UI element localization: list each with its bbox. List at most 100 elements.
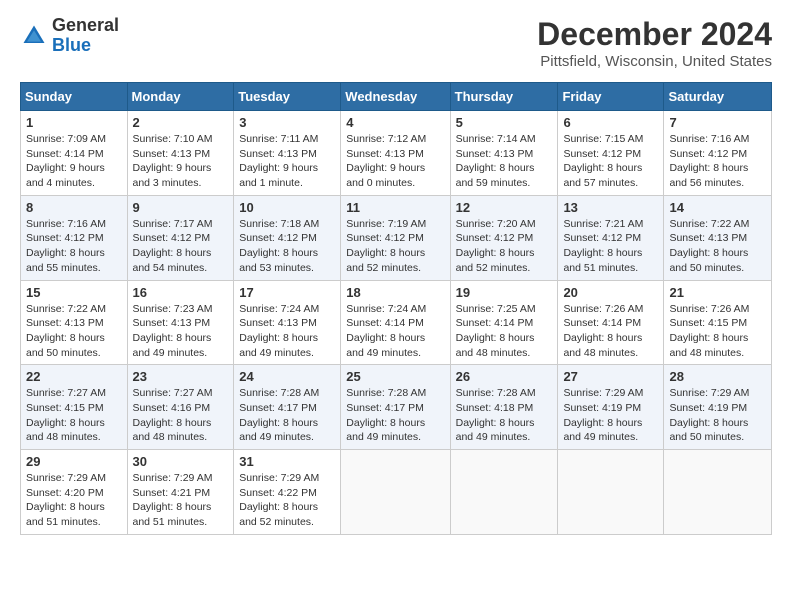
- day-info: Sunrise: 7:28 AMSunset: 4:17 PMDaylight:…: [239, 386, 335, 445]
- calendar-week-2: 8 Sunrise: 7:16 AMSunset: 4:12 PMDaylight…: [21, 195, 772, 280]
- day-number: 2: [133, 115, 229, 130]
- calendar-cell: 5 Sunrise: 7:14 AMSunset: 4:13 PMDaylight…: [450, 111, 558, 196]
- weekday-monday: Monday: [127, 83, 234, 111]
- day-number: 15: [26, 285, 122, 300]
- calendar-cell: 22 Sunrise: 7:27 AMSunset: 4:15 PMDayligh…: [21, 365, 128, 450]
- weekday-thursday: Thursday: [450, 83, 558, 111]
- day-number: 5: [456, 115, 553, 130]
- day-info: Sunrise: 7:27 AMSunset: 4:15 PMDaylight:…: [26, 386, 122, 445]
- day-number: 8: [26, 200, 122, 215]
- calendar-week-5: 29Sunrise: 7:29 AMSunset: 4:20 PMDayligh…: [21, 450, 772, 535]
- calendar-cell: 30Sunrise: 7:29 AMSunset: 4:21 PMDayligh…: [127, 450, 234, 535]
- day-info: Sunrise: 7:23 AMSunset: 4:13 PMDaylight:…: [133, 302, 229, 361]
- calendar-header: SundayMondayTuesdayWednesdayThursdayFrid…: [21, 83, 772, 111]
- weekday-sunday: Sunday: [21, 83, 128, 111]
- title-block: December 2024 Pittsfield, Wisconsin, Uni…: [537, 16, 772, 70]
- calendar-cell: 19Sunrise: 7:25 AMSunset: 4:14 PMDayligh…: [450, 280, 558, 365]
- logo-blue-text: Blue: [52, 35, 91, 55]
- day-info: Sunrise: 7:10 AMSunset: 4:13 PMDaylight:…: [133, 132, 229, 191]
- calendar-cell: 9 Sunrise: 7:17 AMSunset: 4:12 PMDaylight…: [127, 195, 234, 280]
- calendar-cell: 29Sunrise: 7:29 AMSunset: 4:20 PMDayligh…: [21, 450, 128, 535]
- weekday-tuesday: Tuesday: [234, 83, 341, 111]
- calendar-cell: 3 Sunrise: 7:11 AMSunset: 4:13 PMDaylight…: [234, 111, 341, 196]
- calendar-week-1: 1 Sunrise: 7:09 AMSunset: 4:14 PMDaylight…: [21, 111, 772, 196]
- day-info: Sunrise: 7:16 AMSunset: 4:12 PMDaylight:…: [26, 217, 122, 276]
- calendar-cell: 26 Sunrise: 7:28 AMSunset: 4:18 PMDayligh…: [450, 365, 558, 450]
- day-number: 24: [239, 369, 335, 384]
- day-info: Sunrise: 7:12 AMSunset: 4:13 PMDaylight:…: [346, 132, 444, 191]
- day-info: Sunrise: 7:28 AMSunset: 4:17 PMDaylight:…: [346, 386, 444, 445]
- day-number: 12: [456, 200, 553, 215]
- day-number: 14: [669, 200, 766, 215]
- calendar-cell: 25Sunrise: 7:28 AMSunset: 4:17 PMDayligh…: [341, 365, 450, 450]
- calendar-cell: 2 Sunrise: 7:10 AMSunset: 4:13 PMDaylight…: [127, 111, 234, 196]
- day-info: Sunrise: 7:20 AMSunset: 4:12 PMDaylight:…: [456, 217, 553, 276]
- day-number: 17: [239, 285, 335, 300]
- day-info: Sunrise: 7:19 AMSunset: 4:12 PMDaylight:…: [346, 217, 444, 276]
- weekday-wednesday: Wednesday: [341, 83, 450, 111]
- day-info: Sunrise: 7:22 AMSunset: 4:13 PMDaylight:…: [26, 302, 122, 361]
- day-number: 1: [26, 115, 122, 130]
- day-info: Sunrise: 7:26 AMSunset: 4:15 PMDaylight:…: [669, 302, 766, 361]
- calendar-cell: 21 Sunrise: 7:26 AMSunset: 4:15 PMDayligh…: [664, 280, 772, 365]
- day-number: 7: [669, 115, 766, 130]
- day-number: 6: [563, 115, 658, 130]
- day-number: 18: [346, 285, 444, 300]
- calendar-cell: 6 Sunrise: 7:15 AMSunset: 4:12 PMDaylight…: [558, 111, 664, 196]
- day-number: 3: [239, 115, 335, 130]
- day-number: 27: [563, 369, 658, 384]
- day-info: Sunrise: 7:09 AMSunset: 4:14 PMDaylight:…: [26, 132, 122, 191]
- calendar-cell: [558, 450, 664, 535]
- calendar-cell: 7Sunrise: 7:16 AMSunset: 4:12 PMDaylight…: [664, 111, 772, 196]
- day-info: Sunrise: 7:11 AMSunset: 4:13 PMDaylight:…: [239, 132, 335, 191]
- calendar-cell: 14Sunrise: 7:22 AMSunset: 4:13 PMDayligh…: [664, 195, 772, 280]
- page-header: General Blue December 2024 Pittsfield, W…: [20, 16, 772, 70]
- day-info: Sunrise: 7:29 AMSunset: 4:19 PMDaylight:…: [563, 386, 658, 445]
- day-info: Sunrise: 7:17 AMSunset: 4:12 PMDaylight:…: [133, 217, 229, 276]
- calendar-cell: 12 Sunrise: 7:20 AMSunset: 4:12 PMDayligh…: [450, 195, 558, 280]
- day-number: 22: [26, 369, 122, 384]
- calendar-week-3: 15 Sunrise: 7:22 AMSunset: 4:13 PMDayligh…: [21, 280, 772, 365]
- calendar-week-4: 22 Sunrise: 7:27 AMSunset: 4:15 PMDayligh…: [21, 365, 772, 450]
- day-number: 28: [669, 369, 766, 384]
- day-info: Sunrise: 7:15 AMSunset: 4:12 PMDaylight:…: [563, 132, 658, 191]
- calendar-cell: [664, 450, 772, 535]
- weekday-saturday: Saturday: [664, 83, 772, 111]
- day-number: 10: [239, 200, 335, 215]
- day-info: Sunrise: 7:27 AMSunset: 4:16 PMDaylight:…: [133, 386, 229, 445]
- weekday-header-row: SundayMondayTuesdayWednesdayThursdayFrid…: [21, 83, 772, 111]
- calendar-body: 1 Sunrise: 7:09 AMSunset: 4:14 PMDaylight…: [21, 111, 772, 535]
- day-info: Sunrise: 7:28 AMSunset: 4:18 PMDaylight:…: [456, 386, 553, 445]
- day-number: 16: [133, 285, 229, 300]
- logo-general-text: General: [52, 15, 119, 35]
- day-info: Sunrise: 7:29 AMSunset: 4:20 PMDaylight:…: [26, 471, 122, 530]
- day-number: 4: [346, 115, 444, 130]
- calendar-cell: 10Sunrise: 7:18 AMSunset: 4:12 PMDayligh…: [234, 195, 341, 280]
- day-number: 21: [669, 285, 766, 300]
- calendar-cell: 1 Sunrise: 7:09 AMSunset: 4:14 PMDaylight…: [21, 111, 128, 196]
- day-number: 9: [133, 200, 229, 215]
- day-info: Sunrise: 7:24 AMSunset: 4:13 PMDaylight:…: [239, 302, 335, 361]
- day-number: 26: [456, 369, 553, 384]
- calendar-cell: 15 Sunrise: 7:22 AMSunset: 4:13 PMDayligh…: [21, 280, 128, 365]
- day-number: 19: [456, 285, 553, 300]
- day-info: Sunrise: 7:21 AMSunset: 4:12 PMDaylight:…: [563, 217, 658, 276]
- day-number: 31: [239, 454, 335, 469]
- day-number: 13: [563, 200, 658, 215]
- calendar-cell: 8 Sunrise: 7:16 AMSunset: 4:12 PMDaylight…: [21, 195, 128, 280]
- calendar-cell: [341, 450, 450, 535]
- location-text: Pittsfield, Wisconsin, United States: [537, 53, 772, 70]
- day-info: Sunrise: 7:29 AMSunset: 4:21 PMDaylight:…: [133, 471, 229, 530]
- day-number: 11: [346, 200, 444, 215]
- weekday-friday: Friday: [558, 83, 664, 111]
- calendar-cell: 11 Sunrise: 7:19 AMSunset: 4:12 PMDayligh…: [341, 195, 450, 280]
- day-number: 23: [133, 369, 229, 384]
- calendar-cell: 13 Sunrise: 7:21 AMSunset: 4:12 PMDayligh…: [558, 195, 664, 280]
- calendar-cell: 16 Sunrise: 7:23 AMSunset: 4:13 PMDayligh…: [127, 280, 234, 365]
- day-info: Sunrise: 7:29 AMSunset: 4:19 PMDaylight:…: [669, 386, 766, 445]
- day-number: 20: [563, 285, 658, 300]
- calendar-cell: 18Sunrise: 7:24 AMSunset: 4:14 PMDayligh…: [341, 280, 450, 365]
- day-info: Sunrise: 7:14 AMSunset: 4:13 PMDaylight:…: [456, 132, 553, 191]
- month-title: December 2024: [537, 16, 772, 53]
- logo: General Blue: [20, 16, 119, 56]
